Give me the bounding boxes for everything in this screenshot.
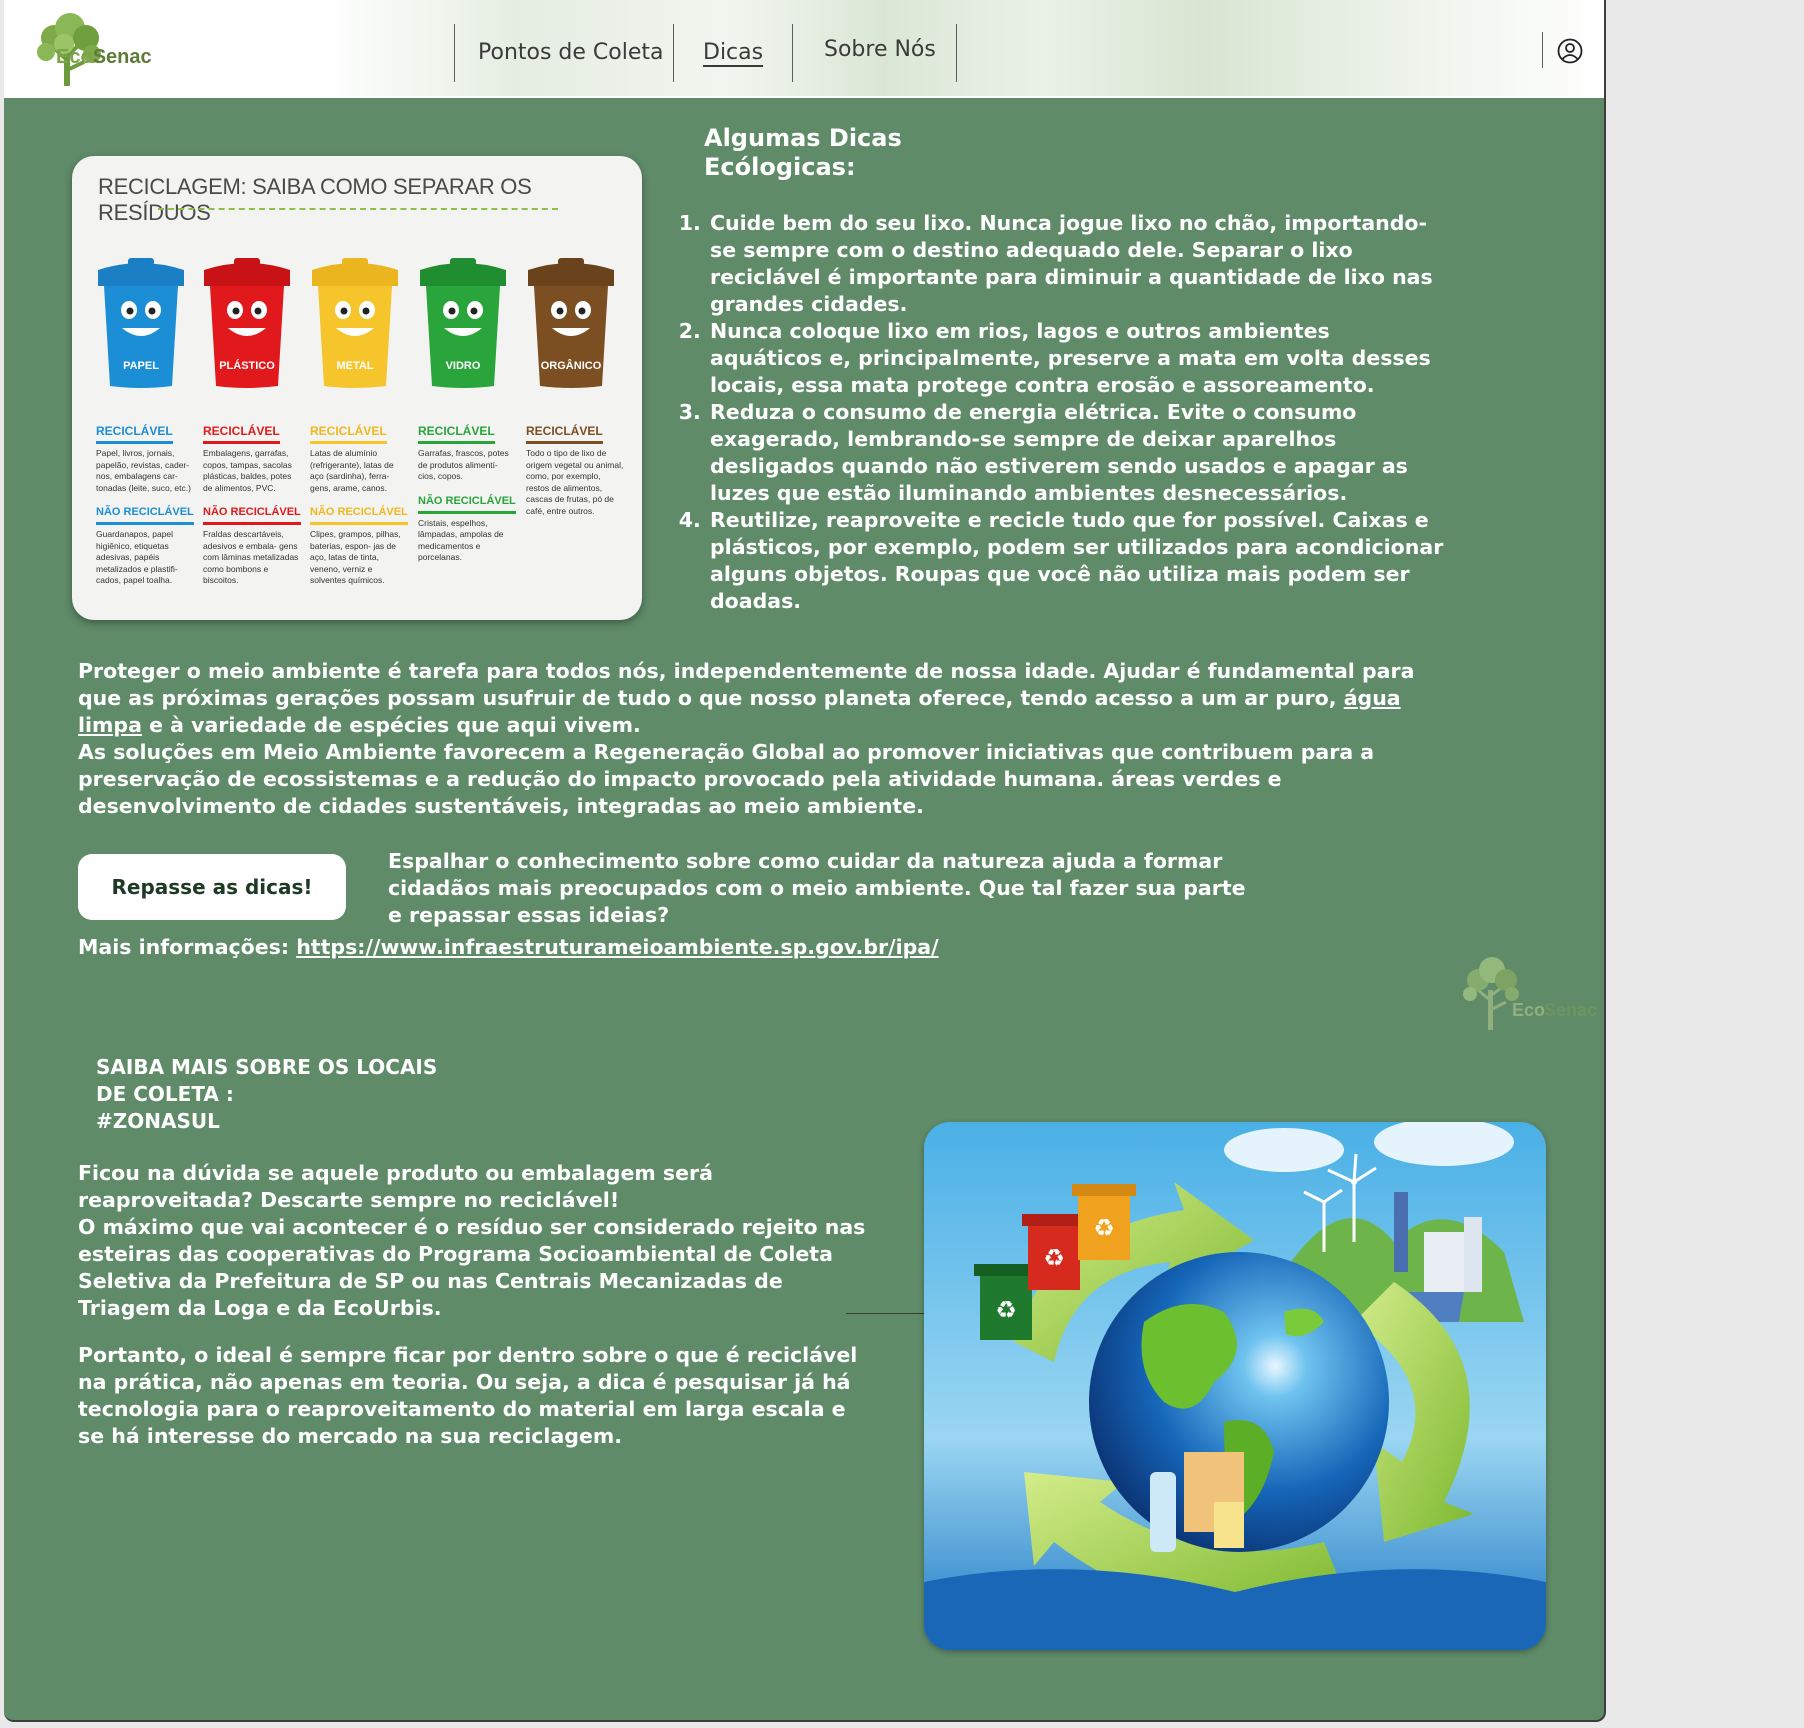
non-recyclable-list: Cristais, espelhos, lâmpadas, ampolas de… <box>418 517 504 563</box>
non-recyclable-title: NÃO RECICLÁVEL <box>203 506 301 525</box>
column-organico: RECICLÁVEL Todo o tipo de lixo de origem… <box>526 422 624 517</box>
bin-vidro: VIDRO <box>416 240 510 390</box>
nav-divider <box>673 24 674 82</box>
user-circle-icon[interactable] <box>1557 38 1583 64</box>
logo-eco: Eco <box>56 46 93 68</box>
non-recyclable-title: NÃO RECICLÁVEL <box>310 506 408 525</box>
svg-text:♻: ♻ <box>995 1296 1017 1324</box>
more-info: Mais informações: https://www.infraestru… <box>78 934 939 961</box>
tips-title: Algumas Dicas Ecólogicas: <box>704 124 902 182</box>
recyclable-title: RECICLÁVEL <box>418 424 495 444</box>
recyclable-list: Embalagens, garrafas, copos, tampas, sac… <box>203 448 292 493</box>
nav-divider <box>454 24 455 82</box>
nav-divider <box>956 24 957 82</box>
bin-label: PAPEL <box>123 360 159 372</box>
coleta-p2: O máximo que vai acontecer é o resíduo s… <box>78 1215 866 1320</box>
bin-papel: PAPEL <box>94 240 188 390</box>
page: EcoSenac Pontos de Coleta Dicas Sobre Nó… <box>4 0 1606 1722</box>
intro-text: Proteger o meio ambiente é tarefa para t… <box>78 658 1418 820</box>
recyclable-title: RECICLÁVEL <box>203 424 280 444</box>
bin-metal: METAL <box>308 240 402 390</box>
bin-plastico: PLÁSTICO <box>200 240 294 390</box>
intro-p1-text: Proteger o meio ambiente é tarefa para t… <box>78 659 1415 710</box>
coleta-p1: Ficou na dúvida se aquele produto ou emb… <box>78 1161 713 1212</box>
share-text: Espalhar o conhecimento sobre como cuida… <box>388 849 1246 927</box>
logo-text: EcoSenac <box>56 46 152 69</box>
column-papel: RECICLÁVEL Papel, livros, jornais, papel… <box>96 422 194 587</box>
recyclable-title: RECICLÁVEL <box>526 424 603 444</box>
non-recyclable-list: Fraldas descartáveis, adesivos e embala-… <box>203 529 299 585</box>
svg-text:♻: ♻ <box>1093 1214 1115 1242</box>
coleta-paragraph: Ficou na dúvida se aquele produto ou emb… <box>78 1160 878 1322</box>
nav-divider <box>1542 32 1543 68</box>
svg-text:Senac: Senac <box>1544 1000 1597 1020</box>
more-info-link[interactable]: https://www.infraestruturameioambiente.s… <box>296 935 938 959</box>
repasse-dicas-button[interactable]: Repasse as dicas! <box>78 854 346 920</box>
title-dashed-line <box>158 208 558 210</box>
coleta-heading-line1: SAIBA MAIS SOBRE OS LOCAIS <box>96 1055 438 1079</box>
header: EcoSenac Pontos de Coleta Dicas Sobre Nó… <box>4 0 1604 98</box>
zona-sul-tag: #ZONASUL <box>96 1109 220 1133</box>
recyclable-list: Latas de alumínio (refrigerante), latas … <box>310 448 394 493</box>
column-vidro: RECICLÁVEL Garrafas, frascos, potes de p… <box>418 422 516 564</box>
recyclable-list: Todo o tipo de lixo de origem vegetal ou… <box>526 448 624 516</box>
column-metal: RECICLÁVEL Latas de alumínio (refrigeran… <box>310 422 408 587</box>
bin-label: ORGÂNICO <box>540 360 602 372</box>
more-info-label: Mais informações: <box>78 935 297 959</box>
infographic-title: RECICLAGEM: SAIBA COMO SEPARAR OS RESÍDU… <box>98 174 532 225</box>
nav-sobre-nos[interactable]: Sobre Nós <box>824 37 936 62</box>
coleta-heading-line2: DE COLETA : <box>96 1082 234 1106</box>
coleta-p3: Portanto, o ideal é sempre ficar por den… <box>78 1343 858 1448</box>
coleta-heading: SAIBA MAIS SOBRE OS LOCAIS DE COLETA : #… <box>96 1054 437 1135</box>
recyclable-list: Garrafas, frascos, potes de produtos ali… <box>418 448 509 481</box>
intro-paragraph-1: Proteger o meio ambiente é tarefa para t… <box>78 658 1418 739</box>
recyclable-title: RECICLÁVEL <box>310 424 387 444</box>
intro-paragraph-2: As soluções em Meio Ambiente favorecem a… <box>78 740 1375 818</box>
column-plastico: RECICLÁVEL Embalagens, garrafas, copos, … <box>203 422 301 587</box>
tip-item: Cuide bem do seu lixo. Nunca jogue lixo … <box>708 210 1448 318</box>
tip-item: Reduza o consumo de energia elétrica. Ev… <box>708 399 1448 507</box>
nav-dicas[interactable]: Dicas <box>703 40 763 65</box>
non-recyclable-list: Guardanapos, papel higiênico, etiquetas … <box>96 529 178 585</box>
svg-text:Eco: Eco <box>1512 1000 1545 1020</box>
non-recyclable-title: NÃO RECICLÁVEL <box>418 495 516 514</box>
non-recyclable-title: NÃO RECICLÁVEL <box>96 506 194 525</box>
bin-organico: ORGÂNICO <box>524 240 618 390</box>
globe-recycle-icon: ♻ ♻ ♻ <box>924 1122 1546 1650</box>
recyclable-list: Papel, livros, jornais, papelão, revista… <box>96 448 191 493</box>
non-recyclable-list: Clipes, grampos, pilhas, baterias, espon… <box>310 529 401 585</box>
tips-title-line2: Ecólogicas: <box>704 153 856 181</box>
nav-pontos-de-coleta[interactable]: Pontos de Coleta <box>478 40 664 65</box>
recyclable-title: RECICLÁVEL <box>96 424 173 444</box>
tips-list: Cuide bem do seu lixo. Nunca jogue lixo … <box>678 210 1448 615</box>
earth-recycling-illustration: ♻ ♻ ♻ <box>924 1122 1546 1650</box>
ecosenac-watermark-logo: Eco Senac <box>1463 957 1597 1030</box>
recycling-infographic: RECICLAGEM: SAIBA COMO SEPARAR OS RESÍDU… <box>72 156 642 620</box>
bin-label: METAL <box>336 360 374 372</box>
intro-p1-end: e à variedade de espécies que aqui vivem… <box>141 713 641 737</box>
svg-text:♻: ♻ <box>1043 1244 1065 1272</box>
tip-item: Nunca coloque lixo em rios, lagos e outr… <box>708 318 1448 399</box>
bin-label: VIDRO <box>445 360 481 372</box>
logo-senac: Senac <box>92 46 152 68</box>
tip-item: Reutilize, reaproveite e recicle tudo qu… <box>708 507 1448 615</box>
bin-label: PLÁSTICO <box>219 360 275 372</box>
tips-title-line1: Algumas Dicas <box>704 124 902 152</box>
nav-divider <box>792 24 793 82</box>
